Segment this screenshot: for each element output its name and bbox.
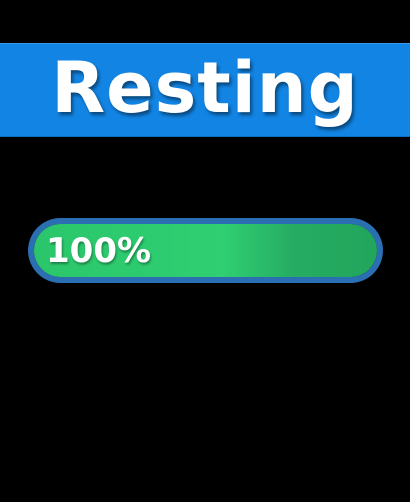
progress-bar: 100% — [28, 218, 383, 283]
screen: Resting 100% — [0, 0, 410, 502]
progress-label: 100% — [46, 230, 152, 271]
status-title: Resting — [51, 47, 359, 129]
status-header: Resting — [0, 43, 410, 137]
progress-track-inner: 100% — [34, 224, 377, 277]
